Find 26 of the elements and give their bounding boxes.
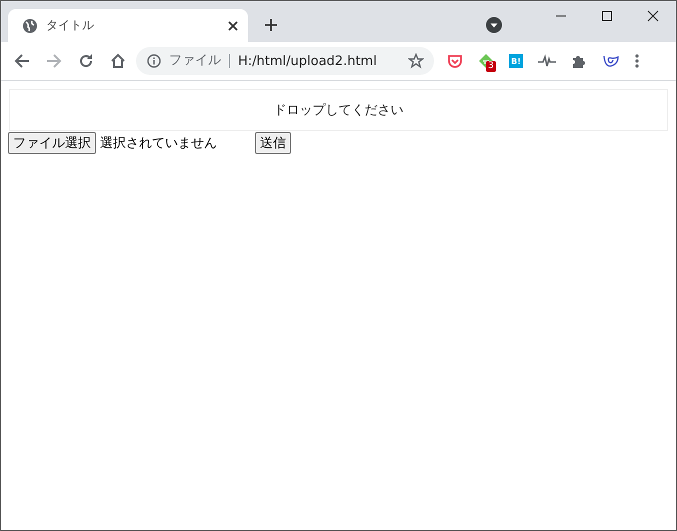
file-status-text: 選択されていません bbox=[100, 135, 217, 152]
browser-tab[interactable]: タイトル bbox=[8, 9, 248, 42]
choose-file-button[interactable]: ファイル選択 bbox=[8, 132, 96, 154]
menu-icon[interactable] bbox=[635, 54, 639, 68]
tab-search-icon[interactable] bbox=[486, 17, 502, 33]
swirl-icon[interactable] bbox=[602, 53, 620, 69]
close-icon[interactable] bbox=[228, 20, 238, 30]
pocket-icon[interactable] bbox=[447, 53, 463, 69]
tab-title: タイトル bbox=[46, 17, 95, 34]
new-tab-icon[interactable] bbox=[264, 18, 278, 32]
star-icon[interactable] bbox=[408, 53, 424, 69]
home-icon[interactable] bbox=[110, 53, 126, 69]
url-text: H:/html/upload2.html bbox=[238, 54, 378, 68]
pulse-icon[interactable] bbox=[538, 53, 556, 69]
submit-button[interactable]: 送信 bbox=[255, 132, 291, 154]
notification-count: 3 bbox=[486, 61, 496, 72]
globe-icon bbox=[22, 18, 38, 34]
back-icon[interactable] bbox=[14, 53, 30, 69]
info-icon bbox=[147, 54, 161, 68]
puzzle-icon[interactable] bbox=[571, 53, 587, 69]
close-icon[interactable] bbox=[647, 10, 659, 22]
drop-zone[interactable]: ドロップしてください bbox=[9, 89, 668, 131]
maximize-icon[interactable] bbox=[601, 10, 613, 22]
site-label: ファイル bbox=[169, 54, 230, 68]
reload-icon[interactable] bbox=[78, 53, 94, 69]
address-bar[interactable]: ファイル H:/html/upload2.html bbox=[136, 47, 434, 75]
